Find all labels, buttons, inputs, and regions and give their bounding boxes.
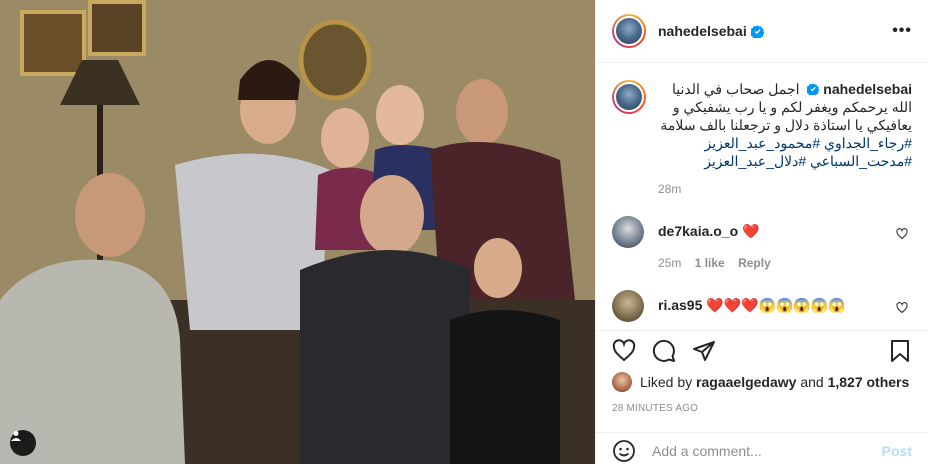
caption: nahedelsebai اجمل صحاب في الدنيا الله ير… <box>612 80 912 170</box>
liked-by-prefix: Liked by <box>640 374 693 390</box>
caption-text: nahedelsebai اجمل صحاب في الدنيا الله ير… <box>658 80 912 170</box>
smiley-icon[interactable] <box>612 439 636 463</box>
post-actions-bar <box>596 330 928 370</box>
comment-username[interactable]: de7kaia.o_o <box>658 223 738 239</box>
comment-time[interactable]: 25m <box>658 256 681 270</box>
comment-text: ❤️❤️❤️😱😱😱😱😱 <box>706 297 846 313</box>
liked-by-count[interactable]: 1,827 others <box>828 374 910 390</box>
caption-username[interactable]: nahedelsebai <box>823 81 912 97</box>
heart-icon[interactable] <box>612 338 636 363</box>
verified-badge-icon <box>750 24 764 38</box>
caption-time[interactable]: 28m <box>658 182 912 196</box>
add-comment-input[interactable] <box>652 442 882 459</box>
bookmark-icon[interactable] <box>888 339 912 363</box>
liked-by-and: and <box>800 374 824 390</box>
comment-username[interactable]: ri.as95 <box>658 297 702 313</box>
author-username[interactable]: nahedelsebai <box>658 23 747 39</box>
post-comment-button[interactable]: Post <box>882 443 912 459</box>
comment-avatar[interactable] <box>612 216 644 248</box>
hashtag[interactable]: #مدحت_السباعي <box>810 153 912 169</box>
liked-by-line: Liked by ragaaelgedawy and 1,827 others <box>612 372 909 392</box>
posted-time[interactable]: 28 MINUTES AGO <box>612 403 698 414</box>
verified-badge-icon <box>806 83 820 97</box>
comments-list: nahedelsebai اجمل صحاب في الدنيا الله ير… <box>596 64 928 328</box>
comment-like-heart-icon[interactable] <box>896 302 908 314</box>
hashtag[interactable]: #محمود_عبد_العزيز <box>704 135 820 151</box>
comment-text: ❤️ <box>742 223 760 239</box>
paper-plane-icon[interactable] <box>692 339 716 363</box>
post-header: nahedelsebai ••• <box>596 0 928 63</box>
comment-meta: 25m 1 like Reply <box>658 256 912 270</box>
caption-avatar[interactable] <box>612 80 646 114</box>
comment-like-heart-icon[interactable] <box>896 228 908 240</box>
add-comment-bar: Post <box>596 432 928 464</box>
more-options-icon[interactable]: ••• <box>892 22 912 40</box>
liked-by-user[interactable]: ragaaelgedawy <box>696 374 796 390</box>
user-tag-icon[interactable] <box>10 430 36 456</box>
author-avatar[interactable] <box>612 14 646 48</box>
comment-avatar[interactable] <box>612 290 644 322</box>
group-photo-illustration <box>0 0 595 464</box>
hashtag[interactable]: #دلال_عبد_العزيز <box>704 153 806 169</box>
comment-icon[interactable] <box>652 339 676 363</box>
liker-avatar[interactable] <box>612 372 632 392</box>
post-side-panel: nahedelsebai ••• nahedelsebai اجمل صحاب … <box>595 0 928 464</box>
hashtag[interactable]: #رجاء_الجداوي <box>824 135 912 151</box>
post-photo[interactable] <box>0 0 595 464</box>
comment-likes[interactable]: 1 like <box>695 256 725 270</box>
reply-button[interactable]: Reply <box>738 256 771 270</box>
comment-item: ri.as95 ❤️❤️❤️😱😱😱😱😱 <box>612 290 912 322</box>
comment-item: de7kaia.o_o ❤️ 25m 1 like Reply <box>612 216 912 270</box>
